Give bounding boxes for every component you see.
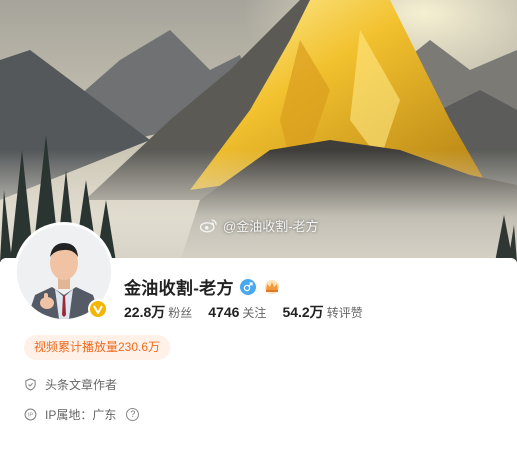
- play-count-badge: 视频累计播放量230.6万: [24, 335, 171, 360]
- stat-label: 转评赞: [326, 306, 363, 320]
- stat-label: 粉丝: [168, 306, 193, 320]
- ip-location-icon: IP: [24, 408, 37, 421]
- question-icon[interactable]: ?: [126, 408, 140, 421]
- stat-value: 22.8万: [124, 304, 166, 320]
- stat-value: 54.2万: [282, 304, 324, 320]
- stat-label: 关注: [242, 306, 267, 320]
- name-row: 金油收割-老方: [124, 274, 282, 299]
- shield-icon: [25, 378, 36, 391]
- stats-row: 22.8万 粉丝 4746 关注 54.2万 转评赞: [124, 302, 363, 322]
- author-tag-text: 头条文章作者: [45, 378, 118, 392]
- author-tag-row: 头条文章作者: [24, 376, 117, 393]
- ip-location-row: IP IP属地：广东 ?: [24, 406, 140, 423]
- weibo-icon: [200, 219, 217, 233]
- watermark-text: @金油收割-老方: [223, 219, 319, 234]
- followers-stat[interactable]: 22.8万 粉丝: [124, 302, 192, 322]
- cover-watermark: @金油收割-老方: [200, 216, 319, 235]
- svg-text:IP: IP: [28, 413, 34, 419]
- ip-location-text: IP属地：广东: [45, 408, 117, 422]
- profile-name: 金油收割-老方: [124, 279, 234, 298]
- verified-v-icon: [88, 299, 108, 319]
- engagement-stat: 54.2万 转评赞: [282, 302, 362, 322]
- following-stat[interactable]: 4746 关注: [208, 304, 266, 321]
- stat-value: 4746: [208, 304, 240, 320]
- crown-icon[interactable]: [262, 279, 282, 295]
- male-icon: [239, 278, 256, 295]
